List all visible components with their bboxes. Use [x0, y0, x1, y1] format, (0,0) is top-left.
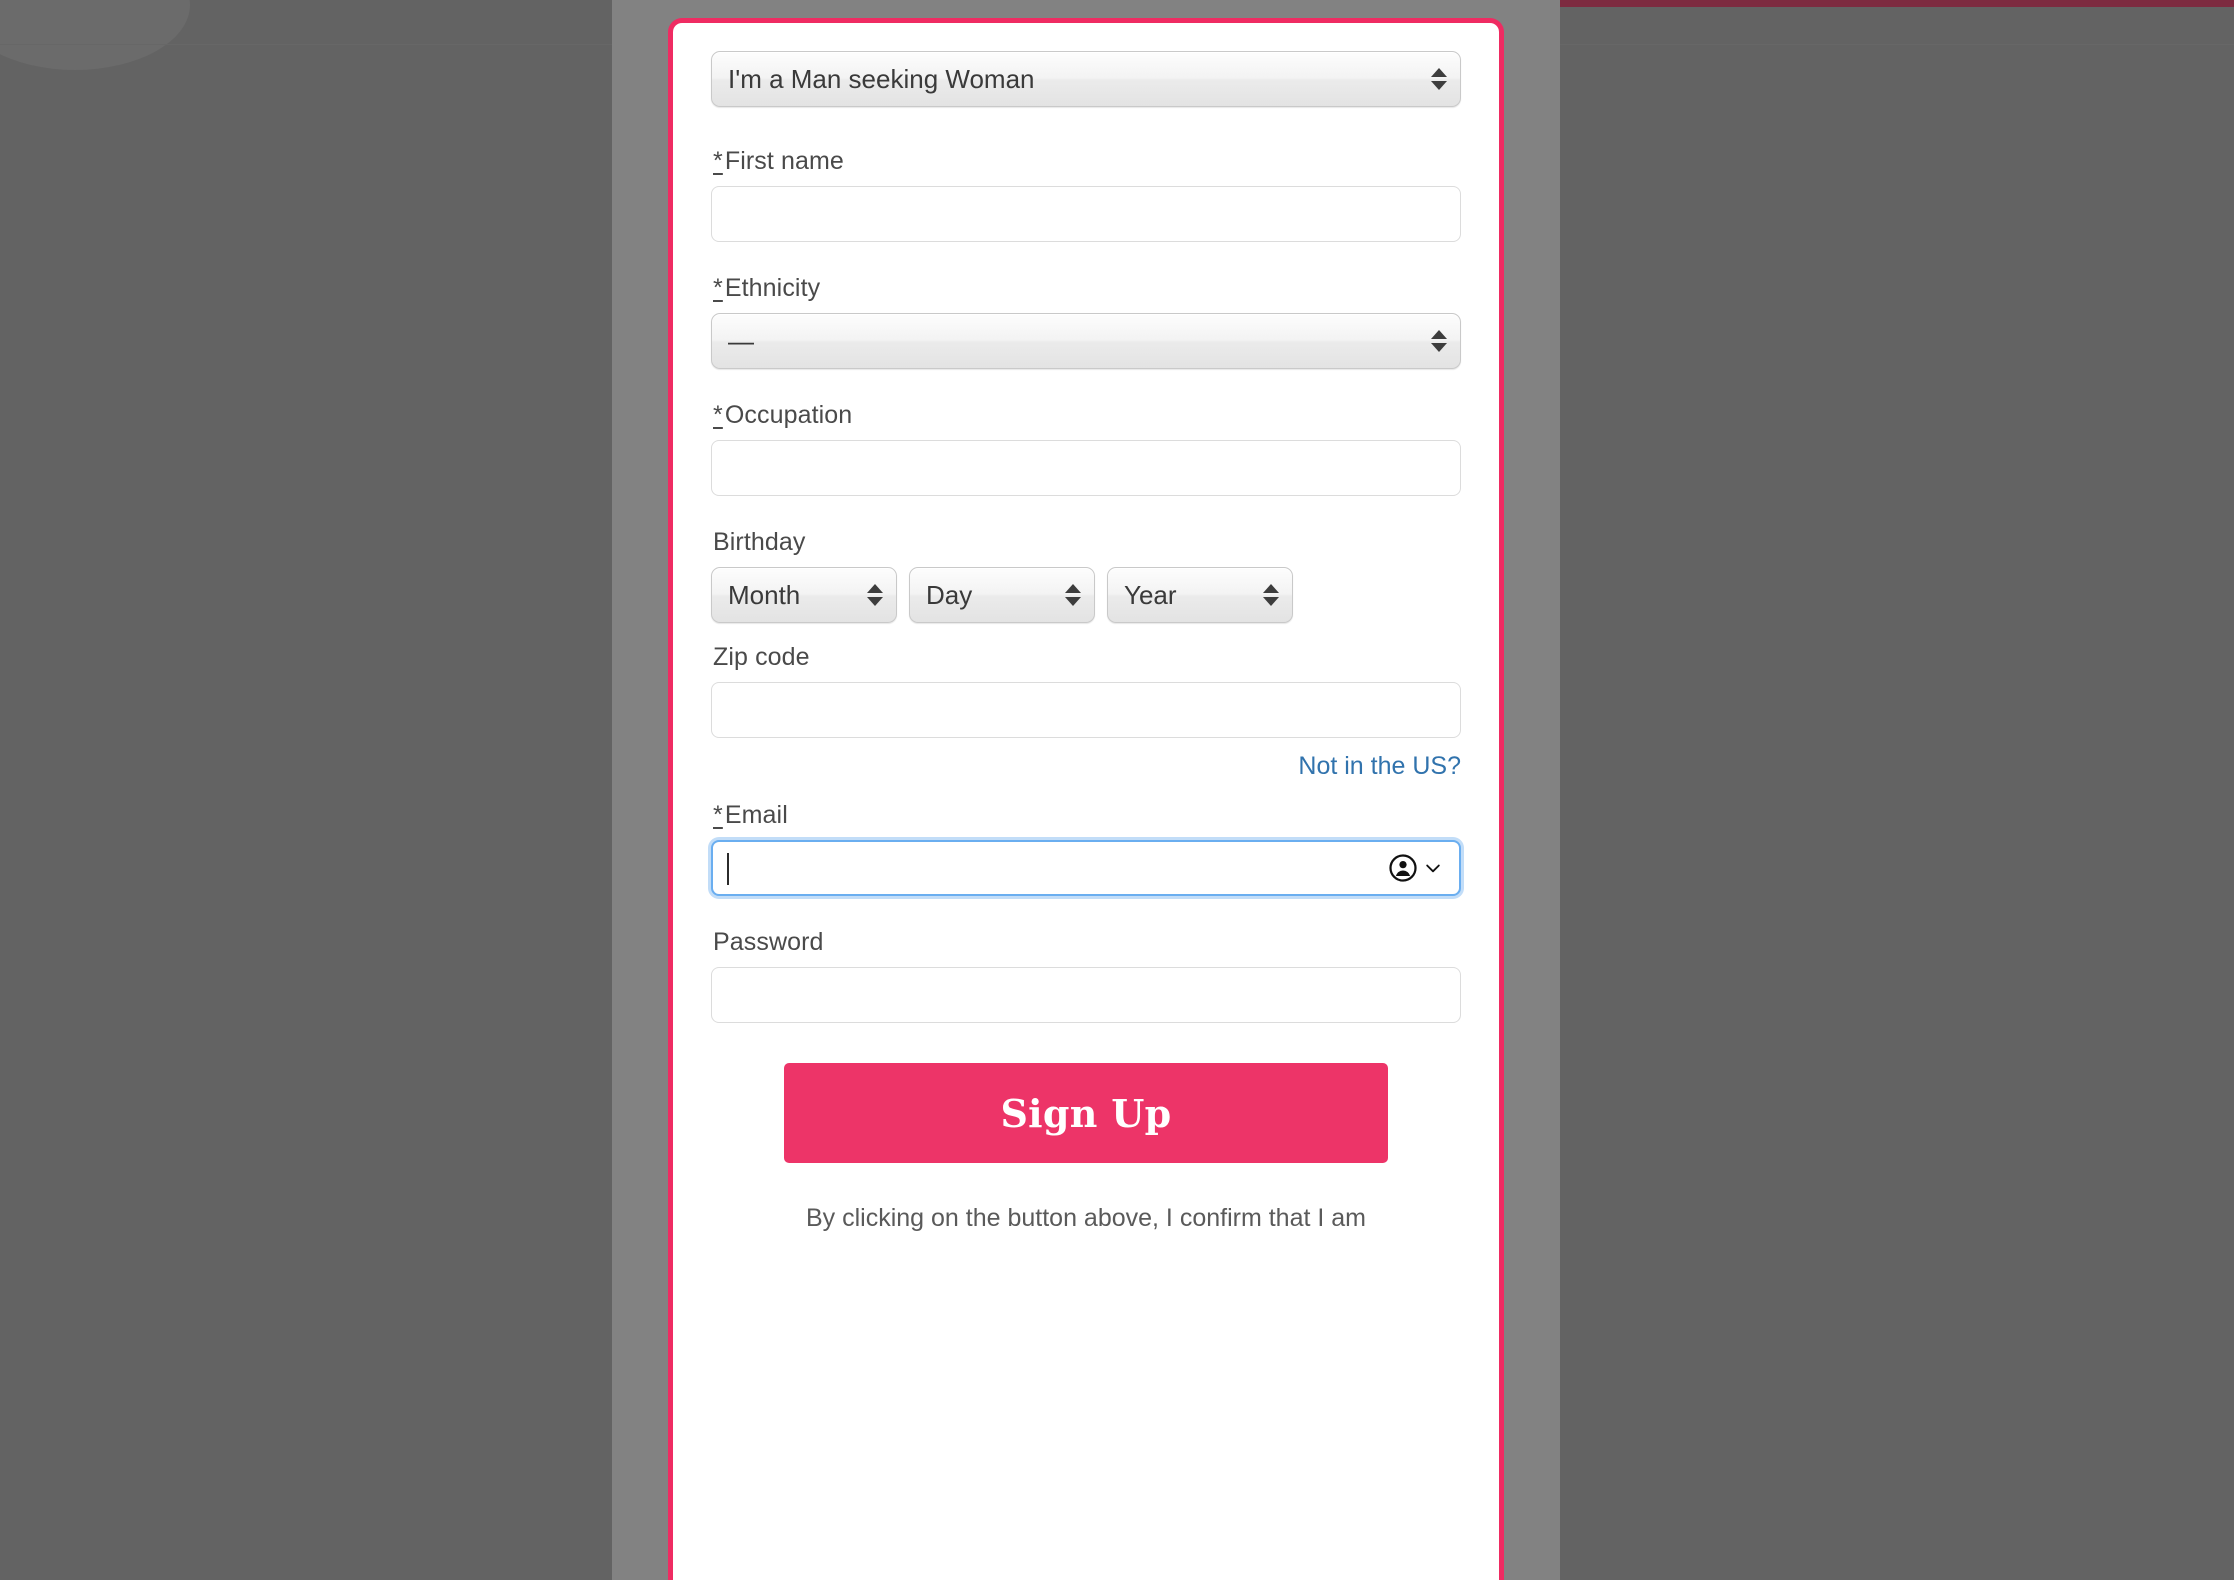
signup-modal: I'm a Man seeking Woman *First name *Eth	[668, 18, 1504, 1580]
select-arrows-icon	[1263, 584, 1279, 606]
birthday-year-select[interactable]: Year	[1107, 567, 1293, 623]
first-name-field: *First name	[711, 149, 1461, 242]
ethnicity-select[interactable]: —	[711, 313, 1461, 369]
required-asterisk: *	[713, 801, 723, 829]
email-field: *Email	[711, 803, 1461, 896]
birthday-month-select[interactable]: Month	[711, 567, 897, 623]
seeking-field: I'm a Man seeking Woman	[711, 51, 1461, 107]
select-arrows-icon	[867, 584, 883, 606]
required-asterisk: *	[713, 401, 723, 429]
person-circle-icon	[1389, 854, 1417, 882]
seeking-select[interactable]: I'm a Man seeking Woman	[711, 51, 1461, 107]
zip-code-field: Zip code Not in the US?	[711, 645, 1461, 781]
required-asterisk: *	[713, 274, 723, 302]
first-name-label: *First name	[713, 149, 1461, 174]
birthday-label: Birthday	[713, 528, 806, 556]
birthday-day-value: Day	[926, 579, 973, 610]
birthday-year-value: Year	[1124, 579, 1177, 610]
password-field: Password	[711, 930, 1461, 1023]
terms-text: By clicking on the button above, I confi…	[805, 1204, 1366, 1232]
email-label: *Email	[713, 803, 1461, 828]
page-overlay: I'm a Man seeking Woman *First name *Eth	[0, 0, 2234, 1580]
select-arrows-icon	[1431, 330, 1447, 352]
sign-up-button[interactable]: Sign Up	[784, 1063, 1388, 1163]
occupation-input[interactable]	[711, 440, 1461, 496]
select-arrows-icon	[1065, 584, 1081, 606]
first-name-label-text: First name	[724, 147, 844, 175]
birthday-row: Month Day Year	[711, 567, 1461, 623]
select-arrows-icon	[1431, 68, 1447, 90]
not-in-us-link[interactable]: Not in the US?	[1298, 752, 1461, 780]
ethnicity-label: *Ethnicity	[713, 276, 1461, 301]
background-decoration	[0, 0, 190, 70]
ethnicity-select-value: —	[728, 325, 754, 356]
password-label: Password	[713, 928, 824, 956]
occupation-field: *Occupation	[711, 403, 1461, 496]
text-cursor	[727, 853, 729, 885]
ethnicity-field: *Ethnicity —	[711, 276, 1461, 369]
not-in-us-row: Not in the US?	[711, 752, 1461, 781]
autofill-control[interactable]	[1388, 853, 1443, 883]
email-input[interactable]	[711, 840, 1461, 896]
seeking-select-value: I'm a Man seeking Woman	[728, 63, 1035, 94]
password-input[interactable]	[711, 967, 1461, 1023]
occupation-label: *Occupation	[713, 403, 1461, 428]
background-top-bar	[1520, 0, 2234, 7]
submit-row: Sign Up	[711, 1063, 1461, 1163]
zip-code-input[interactable]	[711, 682, 1461, 738]
zip-code-label: Zip code	[713, 643, 810, 671]
email-label-text: Email	[724, 801, 788, 829]
birthday-day-select[interactable]: Day	[909, 567, 1095, 623]
required-asterisk: *	[713, 147, 723, 175]
ethnicity-label-text: Ethnicity	[724, 274, 821, 302]
chevron-down-icon	[1426, 864, 1440, 873]
birthday-month-value: Month	[728, 579, 801, 610]
occupation-label-text: Occupation	[724, 401, 853, 429]
birthday-field: Birthday Month Day Year	[711, 530, 1461, 623]
first-name-input[interactable]	[711, 186, 1461, 242]
